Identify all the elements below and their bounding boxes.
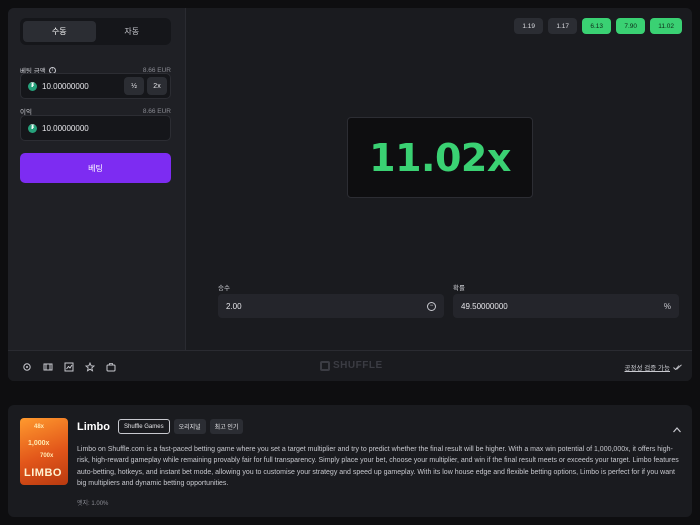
profit-field: ₮ 10.00000000 xyxy=(20,115,171,141)
win-chance-field[interactable]: 49.50000000 % xyxy=(453,294,679,318)
game-description: Limbo on Shuffle.com is a fast-paced bet… xyxy=(77,446,679,487)
bet-button[interactable]: 베팅 xyxy=(20,153,171,183)
theatre-mode-icon[interactable] xyxy=(42,361,53,372)
brand-name: SHUFFLE xyxy=(333,360,383,371)
percent-icon: % xyxy=(663,301,671,311)
tether-coin-icon: ₮ xyxy=(28,123,37,133)
shuffle-logo: SHUFFLE xyxy=(320,360,383,371)
profit-value: 10.00000000 xyxy=(42,123,89,133)
tab-auto[interactable]: 자동 xyxy=(96,21,169,42)
result-history: 1.19 1.17 6.13 7.90 11.02 xyxy=(514,18,682,34)
tether-coin-icon: ₮ xyxy=(28,81,37,91)
game-footer: SHUFFLE 공정성 검증 가능 xyxy=(8,350,692,381)
history-chip[interactable]: 11.02 xyxy=(650,18,682,34)
multiplier-field[interactable]: 2.00 − xyxy=(218,294,444,318)
win-chance-input[interactable]: 49.50000000 xyxy=(461,302,508,311)
result-multiplier: 11.02x xyxy=(369,135,511,180)
bet-amount-field[interactable]: ₮ 10.00000000 ½ 2x xyxy=(20,73,171,99)
history-chip[interactable]: 1.17 xyxy=(548,18,578,34)
multiplier-label: 승수 xyxy=(218,285,230,292)
double-check-icon xyxy=(673,363,682,370)
category-tag[interactable]: 오리지널 xyxy=(173,419,206,434)
game-board: 1.19 1.17 6.13 7.90 11.02 11.02x 승수 2.00… xyxy=(186,8,692,350)
chevron-up-icon[interactable] xyxy=(672,421,682,433)
star-icon[interactable] xyxy=(84,361,95,372)
thumb-mult-1: 48x xyxy=(34,424,45,430)
result-display: 11.02x xyxy=(347,117,533,198)
thumb-mult-3: 700x xyxy=(40,453,54,459)
half-bet-button[interactable]: ½ xyxy=(124,77,144,95)
game-thumbnail[interactable]: 48x 1,000x 700x LIMBO xyxy=(20,418,68,485)
settings-icon[interactable] xyxy=(21,361,32,372)
stats-icon[interactable] xyxy=(63,361,74,372)
bet-panel: 수동 자동 베팅 금액 i 8.66 EUR ₮ 10.00000000 ½ 2… xyxy=(8,8,186,350)
bet-amount-input[interactable]: 10.00000000 xyxy=(42,82,124,91)
fairness-link[interactable]: 공정성 검증 가능 xyxy=(625,362,682,372)
popular-tag[interactable]: 최고 인기 xyxy=(209,419,244,434)
game-tools xyxy=(21,361,116,372)
game-title: Limbo xyxy=(77,420,110,433)
game-container: 수동 자동 베팅 금액 i 8.66 EUR ₮ 10.00000000 ½ 2… xyxy=(8,8,692,381)
multiplier-input[interactable]: 2.00 xyxy=(226,302,242,311)
history-chip[interactable]: 6.13 xyxy=(582,18,612,34)
history-chip[interactable]: 7.90 xyxy=(616,18,646,34)
house-edge: 엣지: 1.00% xyxy=(77,501,109,507)
profit-converted: 8.66 EUR xyxy=(142,107,171,115)
tab-manual[interactable]: 수동 xyxy=(23,21,96,42)
game-title-row: Limbo Shuffle Games 오리지널 최고 인기 xyxy=(77,419,244,434)
double-bet-button[interactable]: 2x xyxy=(147,77,167,95)
shuffle-mark-icon xyxy=(320,360,330,371)
provider-tag[interactable]: Shuffle Games xyxy=(118,419,170,434)
mode-toggle: 수동 자동 xyxy=(20,18,171,45)
history-chip[interactable]: 1.19 xyxy=(514,18,544,34)
win-chance-label: 확률 xyxy=(453,285,465,292)
clear-icon[interactable]: − xyxy=(427,301,436,311)
thumb-mult-2: 1,000x xyxy=(28,440,50,447)
game-info-card: 48x 1,000x 700x LIMBO Limbo Shuffle Game… xyxy=(8,405,692,517)
fairness-link-label: 공정성 검증 가능 xyxy=(624,365,670,372)
thumb-logo: LIMBO xyxy=(24,467,62,479)
briefcase-icon[interactable] xyxy=(105,361,116,372)
